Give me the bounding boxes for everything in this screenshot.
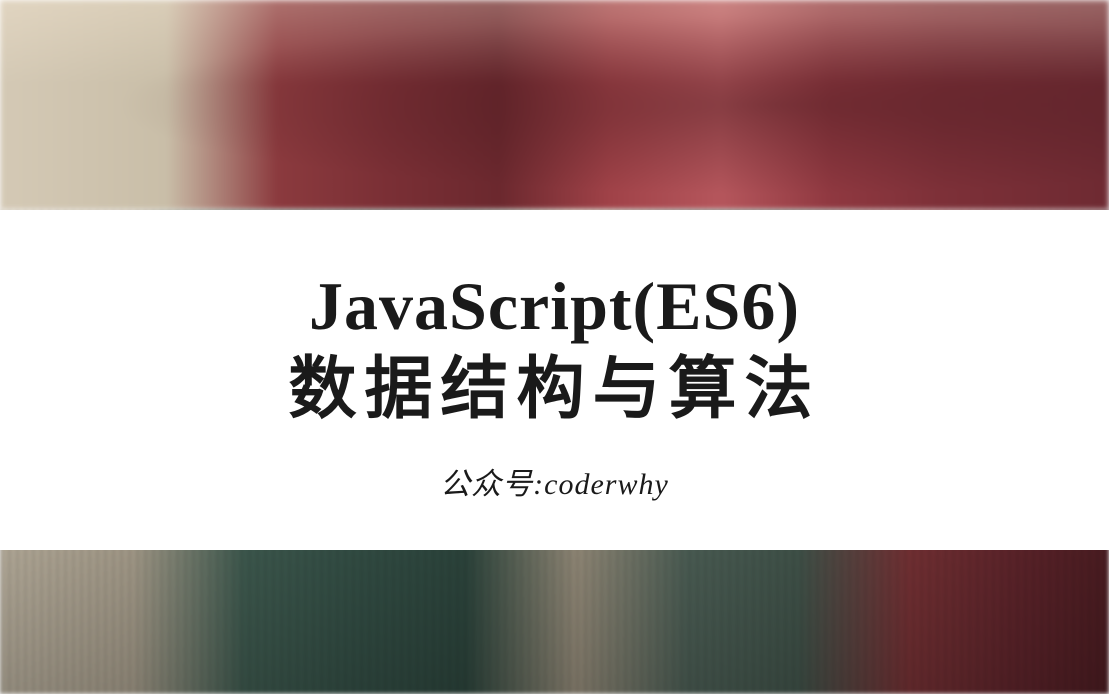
- title-english: JavaScript(ES6): [309, 267, 800, 345]
- subtitle-account: 公众号:coderwhy: [440, 459, 669, 503]
- title-band: JavaScript(ES6) 数据结构与算法 公众号:coderwhy: [0, 210, 1109, 550]
- background-top-stripe: [0, 0, 1109, 210]
- title-chinese: 数据结构与算法: [288, 349, 820, 431]
